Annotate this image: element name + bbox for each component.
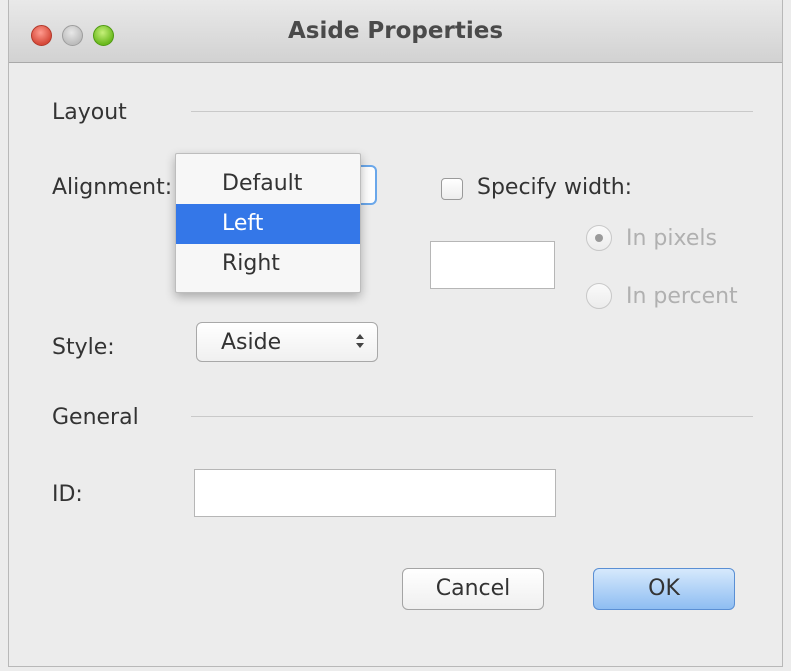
alignment-label: Alignment: bbox=[52, 175, 173, 200]
width-input[interactable] bbox=[430, 241, 555, 289]
specify-width-label: Specify width: bbox=[477, 175, 633, 200]
layout-separator bbox=[191, 111, 753, 112]
alignment-option-left[interactable]: Left bbox=[176, 204, 360, 244]
cancel-button[interactable]: Cancel bbox=[402, 568, 544, 610]
alignment-option-default[interactable]: Default bbox=[176, 164, 360, 204]
specify-width-checkbox[interactable] bbox=[441, 178, 463, 200]
general-separator bbox=[191, 416, 753, 417]
in-pixels-radio[interactable] bbox=[586, 225, 612, 251]
style-popup-button[interactable]: Aside bbox=[196, 322, 378, 362]
title-bar: Aside Properties bbox=[9, 0, 782, 63]
layout-section-label: Layout bbox=[52, 100, 127, 125]
alignment-dropdown-menu: Default Left Right bbox=[175, 153, 361, 293]
alignment-option-right[interactable]: Right bbox=[176, 244, 360, 284]
id-input[interactable] bbox=[194, 469, 556, 517]
aside-properties-dialog: Aside Properties Layout Alignment: Speci… bbox=[8, 0, 783, 667]
in-percent-radio[interactable] bbox=[586, 283, 612, 309]
in-percent-label: In percent bbox=[626, 284, 738, 309]
style-label: Style: bbox=[52, 335, 115, 360]
in-pixels-label: In pixels bbox=[626, 226, 717, 251]
up-down-arrows-icon bbox=[356, 334, 364, 348]
window-title: Aside Properties bbox=[287, 18, 504, 44]
general-section-label: General bbox=[52, 405, 139, 430]
ok-button[interactable]: OK bbox=[593, 568, 735, 610]
style-value: Aside bbox=[221, 330, 282, 355]
radio-selected-dot bbox=[595, 234, 603, 242]
id-label: ID: bbox=[52, 482, 83, 507]
